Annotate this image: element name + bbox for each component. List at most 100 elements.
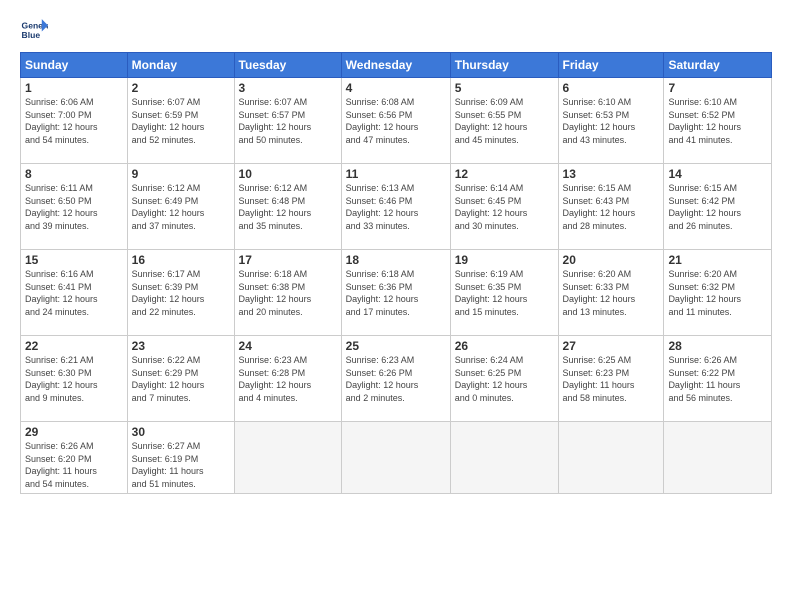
calendar-cell: 3Sunrise: 6:07 AM Sunset: 6:57 PM Daylig… — [234, 78, 341, 164]
day-info: Sunrise: 6:10 AM Sunset: 6:52 PM Dayligh… — [668, 96, 767, 146]
day-info: Sunrise: 6:15 AM Sunset: 6:42 PM Dayligh… — [668, 182, 767, 232]
calendar-week-2: 15Sunrise: 6:16 AM Sunset: 6:41 PM Dayli… — [21, 250, 772, 336]
calendar-cell: 1Sunrise: 6:06 AM Sunset: 7:00 PM Daylig… — [21, 78, 128, 164]
calendar-cell: 9Sunrise: 6:12 AM Sunset: 6:49 PM Daylig… — [127, 164, 234, 250]
day-number: 26 — [455, 339, 554, 353]
calendar-cell: 26Sunrise: 6:24 AM Sunset: 6:25 PM Dayli… — [450, 336, 558, 422]
col-header-thursday: Thursday — [450, 53, 558, 78]
day-number: 2 — [132, 81, 230, 95]
day-info: Sunrise: 6:21 AM Sunset: 6:30 PM Dayligh… — [25, 354, 123, 404]
day-info: Sunrise: 6:20 AM Sunset: 6:32 PM Dayligh… — [668, 268, 767, 318]
calendar-cell: 6Sunrise: 6:10 AM Sunset: 6:53 PM Daylig… — [558, 78, 664, 164]
calendar-cell: 17Sunrise: 6:18 AM Sunset: 6:38 PM Dayli… — [234, 250, 341, 336]
day-info: Sunrise: 6:12 AM Sunset: 6:49 PM Dayligh… — [132, 182, 230, 232]
logo: General Blue — [20, 16, 48, 44]
calendar-cell — [341, 422, 450, 494]
day-info: Sunrise: 6:23 AM Sunset: 6:26 PM Dayligh… — [346, 354, 446, 404]
day-info: Sunrise: 6:22 AM Sunset: 6:29 PM Dayligh… — [132, 354, 230, 404]
day-info: Sunrise: 6:12 AM Sunset: 6:48 PM Dayligh… — [239, 182, 337, 232]
day-info: Sunrise: 6:07 AM Sunset: 6:59 PM Dayligh… — [132, 96, 230, 146]
day-number: 30 — [132, 425, 230, 439]
day-number: 8 — [25, 167, 123, 181]
day-number: 24 — [239, 339, 337, 353]
day-number: 1 — [25, 81, 123, 95]
day-info: Sunrise: 6:24 AM Sunset: 6:25 PM Dayligh… — [455, 354, 554, 404]
header: General Blue — [20, 16, 772, 44]
calendar-cell: 14Sunrise: 6:15 AM Sunset: 6:42 PM Dayli… — [664, 164, 772, 250]
day-number: 13 — [563, 167, 660, 181]
day-info: Sunrise: 6:25 AM Sunset: 6:23 PM Dayligh… — [563, 354, 660, 404]
calendar-cell: 22Sunrise: 6:21 AM Sunset: 6:30 PM Dayli… — [21, 336, 128, 422]
calendar-cell: 27Sunrise: 6:25 AM Sunset: 6:23 PM Dayli… — [558, 336, 664, 422]
calendar: SundayMondayTuesdayWednesdayThursdayFrid… — [20, 52, 772, 494]
calendar-cell — [234, 422, 341, 494]
day-info: Sunrise: 6:26 AM Sunset: 6:20 PM Dayligh… — [25, 440, 123, 490]
calendar-week-0: 1Sunrise: 6:06 AM Sunset: 7:00 PM Daylig… — [21, 78, 772, 164]
calendar-cell: 13Sunrise: 6:15 AM Sunset: 6:43 PM Dayli… — [558, 164, 664, 250]
day-info: Sunrise: 6:09 AM Sunset: 6:55 PM Dayligh… — [455, 96, 554, 146]
calendar-week-3: 22Sunrise: 6:21 AM Sunset: 6:30 PM Dayli… — [21, 336, 772, 422]
day-info: Sunrise: 6:20 AM Sunset: 6:33 PM Dayligh… — [563, 268, 660, 318]
calendar-cell: 29Sunrise: 6:26 AM Sunset: 6:20 PM Dayli… — [21, 422, 128, 494]
calendar-cell: 11Sunrise: 6:13 AM Sunset: 6:46 PM Dayli… — [341, 164, 450, 250]
day-number: 11 — [346, 167, 446, 181]
day-info: Sunrise: 6:15 AM Sunset: 6:43 PM Dayligh… — [563, 182, 660, 232]
day-number: 3 — [239, 81, 337, 95]
day-number: 4 — [346, 81, 446, 95]
calendar-cell — [450, 422, 558, 494]
calendar-cell: 28Sunrise: 6:26 AM Sunset: 6:22 PM Dayli… — [664, 336, 772, 422]
day-info: Sunrise: 6:06 AM Sunset: 7:00 PM Dayligh… — [25, 96, 123, 146]
calendar-cell: 19Sunrise: 6:19 AM Sunset: 6:35 PM Dayli… — [450, 250, 558, 336]
calendar-cell: 2Sunrise: 6:07 AM Sunset: 6:59 PM Daylig… — [127, 78, 234, 164]
calendar-cell — [664, 422, 772, 494]
day-number: 6 — [563, 81, 660, 95]
day-info: Sunrise: 6:26 AM Sunset: 6:22 PM Dayligh… — [668, 354, 767, 404]
day-info: Sunrise: 6:16 AM Sunset: 6:41 PM Dayligh… — [25, 268, 123, 318]
calendar-cell: 10Sunrise: 6:12 AM Sunset: 6:48 PM Dayli… — [234, 164, 341, 250]
day-info: Sunrise: 6:18 AM Sunset: 6:36 PM Dayligh… — [346, 268, 446, 318]
col-header-tuesday: Tuesday — [234, 53, 341, 78]
calendar-week-4: 29Sunrise: 6:26 AM Sunset: 6:20 PM Dayli… — [21, 422, 772, 494]
day-number: 19 — [455, 253, 554, 267]
calendar-cell: 15Sunrise: 6:16 AM Sunset: 6:41 PM Dayli… — [21, 250, 128, 336]
svg-text:Blue: Blue — [22, 30, 41, 40]
day-number: 21 — [668, 253, 767, 267]
day-number: 18 — [346, 253, 446, 267]
calendar-cell: 12Sunrise: 6:14 AM Sunset: 6:45 PM Dayli… — [450, 164, 558, 250]
day-number: 15 — [25, 253, 123, 267]
day-info: Sunrise: 6:18 AM Sunset: 6:38 PM Dayligh… — [239, 268, 337, 318]
logo-icon: General Blue — [20, 16, 48, 44]
col-header-monday: Monday — [127, 53, 234, 78]
day-info: Sunrise: 6:07 AM Sunset: 6:57 PM Dayligh… — [239, 96, 337, 146]
day-info: Sunrise: 6:27 AM Sunset: 6:19 PM Dayligh… — [132, 440, 230, 490]
day-number: 27 — [563, 339, 660, 353]
calendar-cell: 23Sunrise: 6:22 AM Sunset: 6:29 PM Dayli… — [127, 336, 234, 422]
calendar-cell: 24Sunrise: 6:23 AM Sunset: 6:28 PM Dayli… — [234, 336, 341, 422]
day-number: 17 — [239, 253, 337, 267]
calendar-cell: 8Sunrise: 6:11 AM Sunset: 6:50 PM Daylig… — [21, 164, 128, 250]
day-number: 28 — [668, 339, 767, 353]
day-number: 12 — [455, 167, 554, 181]
day-info: Sunrise: 6:23 AM Sunset: 6:28 PM Dayligh… — [239, 354, 337, 404]
calendar-cell: 5Sunrise: 6:09 AM Sunset: 6:55 PM Daylig… — [450, 78, 558, 164]
day-info: Sunrise: 6:10 AM Sunset: 6:53 PM Dayligh… — [563, 96, 660, 146]
col-header-wednesday: Wednesday — [341, 53, 450, 78]
day-info: Sunrise: 6:08 AM Sunset: 6:56 PM Dayligh… — [346, 96, 446, 146]
day-number: 23 — [132, 339, 230, 353]
day-info: Sunrise: 6:17 AM Sunset: 6:39 PM Dayligh… — [132, 268, 230, 318]
day-number: 22 — [25, 339, 123, 353]
day-number: 14 — [668, 167, 767, 181]
calendar-cell: 25Sunrise: 6:23 AM Sunset: 6:26 PM Dayli… — [341, 336, 450, 422]
day-number: 16 — [132, 253, 230, 267]
calendar-header-row: SundayMondayTuesdayWednesdayThursdayFrid… — [21, 53, 772, 78]
day-number: 25 — [346, 339, 446, 353]
col-header-friday: Friday — [558, 53, 664, 78]
day-number: 20 — [563, 253, 660, 267]
col-header-saturday: Saturday — [664, 53, 772, 78]
calendar-cell: 16Sunrise: 6:17 AM Sunset: 6:39 PM Dayli… — [127, 250, 234, 336]
day-info: Sunrise: 6:14 AM Sunset: 6:45 PM Dayligh… — [455, 182, 554, 232]
calendar-week-1: 8Sunrise: 6:11 AM Sunset: 6:50 PM Daylig… — [21, 164, 772, 250]
day-info: Sunrise: 6:19 AM Sunset: 6:35 PM Dayligh… — [455, 268, 554, 318]
day-number: 29 — [25, 425, 123, 439]
col-header-sunday: Sunday — [21, 53, 128, 78]
